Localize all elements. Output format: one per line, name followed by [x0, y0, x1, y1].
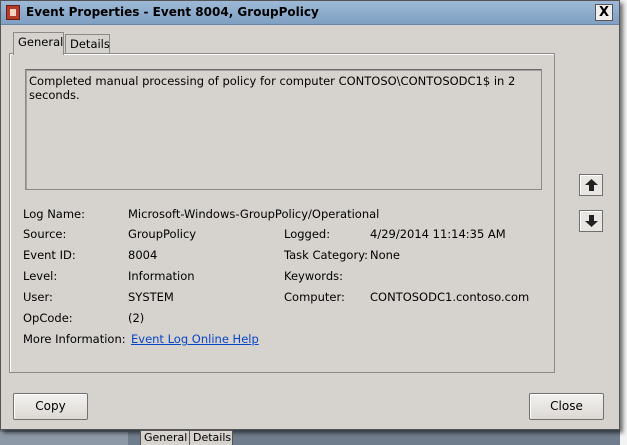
background-window-strip [0, 432, 128, 445]
background-window-edge [620, 0, 627, 445]
log-name-label: Log Name: [23, 207, 85, 221]
task-category-value: None [370, 248, 401, 262]
logged-label: Logged: [284, 227, 331, 241]
more-information-label: More Information: [23, 332, 126, 346]
event-log-online-help-link[interactable]: Event Log Online Help [131, 332, 259, 346]
level-value: Information [128, 269, 195, 283]
user-value: SYSTEM [128, 290, 174, 304]
event-viewer-icon [6, 5, 20, 20]
window-title: Event Properties - Event 8004, GroupPoli… [26, 5, 319, 19]
keywords-label: Keywords: [284, 269, 343, 283]
general-panel: Completed manual processing of policy fo… [9, 53, 555, 373]
close-window-button[interactable]: X [595, 4, 613, 21]
previous-event-button[interactable] [579, 174, 603, 196]
next-event-button[interactable] [579, 210, 603, 232]
log-name-value: Microsoft-Windows-GroupPolicy/Operationa… [128, 207, 380, 221]
user-label: User: [23, 290, 53, 304]
copy-button[interactable]: Copy [13, 393, 88, 420]
event-id-value: 8004 [128, 248, 158, 262]
title-bar[interactable]: Event Properties - Event 8004, GroupPoli… [1, 1, 619, 25]
event-id-label: Event ID: [23, 248, 76, 262]
computer-value: CONTOSODC1.contoso.com [370, 290, 530, 304]
tab-details[interactable]: Details [65, 34, 110, 54]
opcode-value: (2) [128, 311, 145, 325]
computer-label: Computer: [284, 290, 345, 304]
background-tab-details: Details [189, 430, 233, 445]
arrow-down-icon [585, 215, 598, 227]
opcode-label: OpCode: [23, 311, 73, 325]
close-button[interactable]: Close [529, 393, 604, 420]
background-tab-general: General [140, 430, 190, 445]
arrow-up-icon [585, 179, 598, 191]
logged-value: 4/29/2014 11:14:35 AM [370, 227, 506, 241]
task-category-label: Task Category: [284, 248, 369, 262]
level-label: Level: [23, 269, 58, 283]
source-label: Source: [23, 227, 67, 241]
tab-general[interactable]: General [13, 32, 64, 55]
background-tab-strip: General Details [128, 430, 627, 445]
event-description[interactable]: Completed manual processing of policy fo… [25, 69, 542, 190]
source-value: GroupPolicy [128, 227, 197, 241]
event-properties-dialog: Event Properties - Event 8004, GroupPoli… [0, 0, 620, 430]
